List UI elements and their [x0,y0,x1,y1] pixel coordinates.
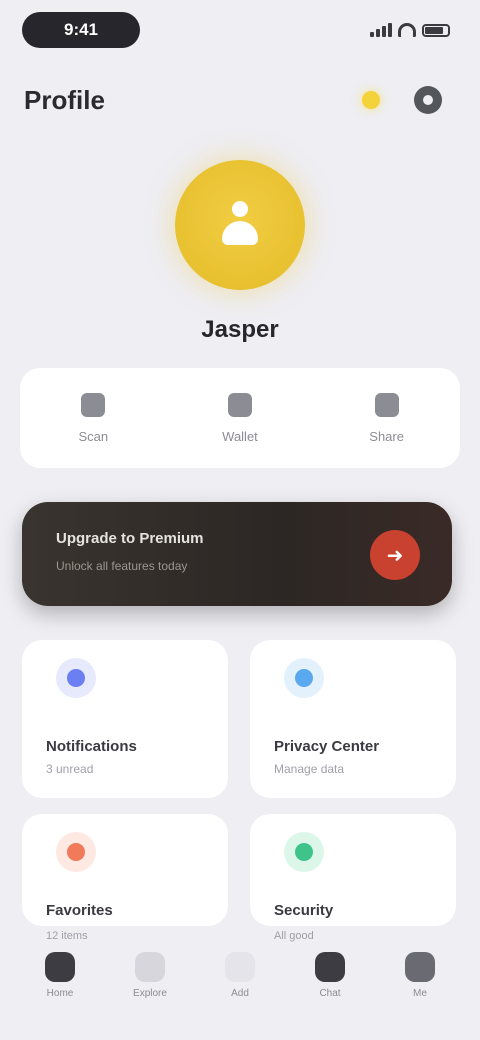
quick-action-label: Wallet [222,428,258,444]
status-icons [370,18,450,42]
banner-text: Upgrade to Premium Unlock all features t… [56,530,366,573]
header-actions [358,86,442,114]
settings-button[interactable] [414,86,442,114]
page-title: Profile [24,84,105,115]
username: Jasper [201,316,279,343]
tab-label: Home [46,987,74,999]
arrow-right-icon: ➜ [386,544,404,567]
tile-title: Security [274,902,334,919]
quick-action-share[interactable]: Share [337,392,437,444]
quick-action-label: Share [369,428,404,444]
battery-icon [422,23,450,37]
quick-action-scan[interactable]: Scan [43,392,143,444]
tab-home[interactable]: Home [30,945,90,1005]
quick-action-wallet[interactable]: Wallet [190,392,290,444]
banner-title: Upgrade to Premium [56,530,204,547]
chat-icon [315,951,345,982]
banner-subtitle: Unlock all features today [56,559,188,573]
banner-action-button[interactable]: ➜ [370,530,420,580]
header: Profile [24,80,456,120]
wifi-icon [398,23,416,37]
tab-bar: Home Explore Add Chat Me [30,940,450,1010]
tile-security[interactable]: Security [250,814,456,926]
tile-privacy[interactable]: Privacy Center Manage data [250,640,456,798]
share-icon [374,392,399,417]
tile-title: Notifications [46,738,137,755]
heart-icon [56,832,96,872]
tab-add[interactable]: Add [210,945,270,1005]
tile-notifications[interactable]: Notifications 3 unread [22,640,228,798]
tile-title: Favorites [46,902,113,919]
profile-section: Jasper [0,160,480,344]
avatar[interactable] [175,160,305,290]
tab-me[interactable]: Me [390,945,450,1005]
shield-icon [284,658,324,698]
tab-chat[interactable]: Chat [300,945,360,1005]
premium-banner[interactable]: Upgrade to Premium Unlock all features t… [22,502,452,606]
tile-title: Privacy Center [274,738,380,755]
scan-icon [81,392,106,417]
status-time: 9:41 [22,12,140,48]
tile-subtitle: Manage data [274,762,345,776]
quick-actions-card: Scan Wallet Share [20,368,460,468]
sun-icon [362,91,380,109]
lock-icon [284,832,324,872]
tab-label: Chat [319,987,341,999]
user-icon [405,951,435,982]
tile-favorites[interactable]: Favorites [22,814,228,926]
bell-icon [56,658,96,698]
tab-label: Me [413,987,427,999]
compass-icon [135,951,165,982]
person-icon [218,201,262,249]
quick-action-label: Scan [78,428,109,444]
tile-subtitle: 3 unread [46,762,94,776]
tab-label: Explore [133,987,167,999]
wallet-icon [227,392,252,417]
theme-toggle-button[interactable] [358,87,384,113]
plus-icon [225,951,255,982]
status-bar: 9:41 [0,0,480,64]
signal-icon [370,23,392,37]
tab-label: Add [231,987,249,999]
tab-explore[interactable]: Explore [120,945,180,1005]
home-icon [45,951,75,982]
